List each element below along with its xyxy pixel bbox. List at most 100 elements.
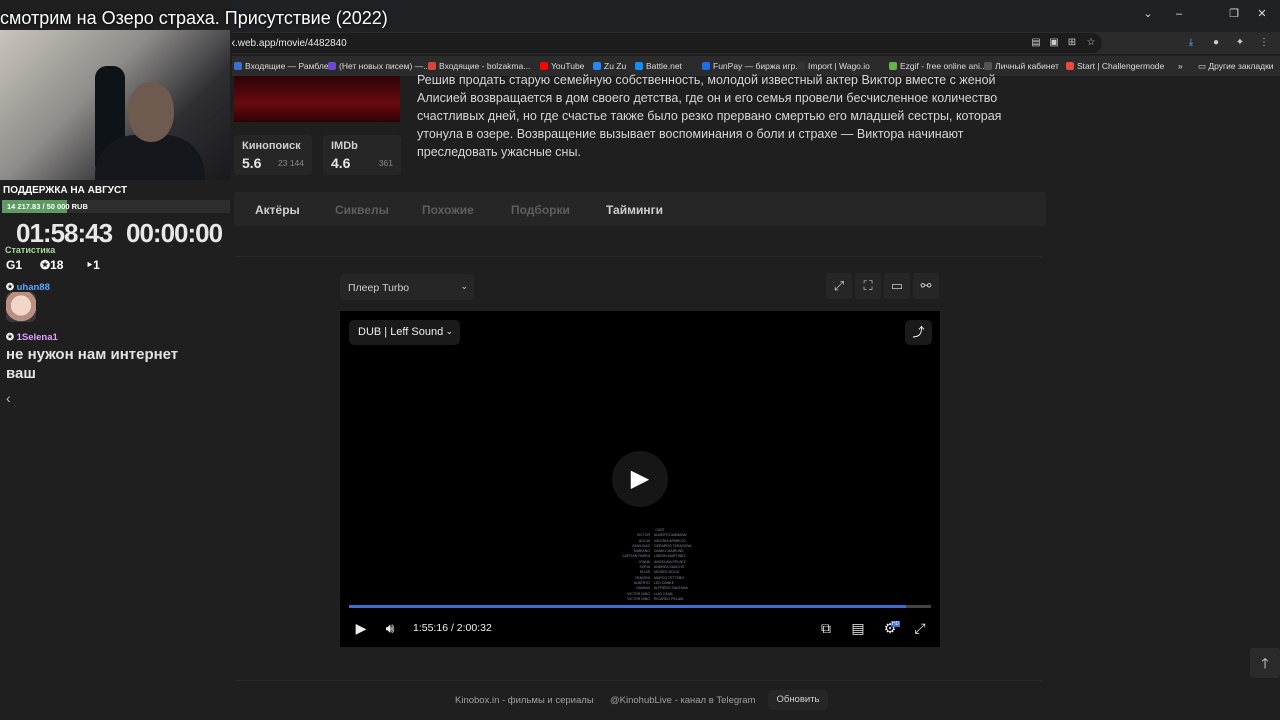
tab-timings[interactable]: Тайминги [606, 203, 663, 217]
bookmark-item[interactable]: Ezgif - free online ani... [889, 61, 987, 71]
bookmark-favicon-icon [1066, 62, 1074, 70]
bookmark-item[interactable]: FunPay — биржа игр... [702, 61, 802, 71]
video-credits: CAST VICTOR ALBERTO AMMANN ALICIA VALERIA AP… [620, 528, 700, 604]
close-window-icon[interactable]: ✕ [1256, 8, 1268, 20]
rating-label: Кинопоиск [242, 140, 301, 152]
tab-similar[interactable]: Похожие [422, 203, 474, 217]
progress-fill [349, 605, 906, 608]
bookmark-item[interactable]: (Нет новых писем) —... [328, 61, 430, 71]
stat-2: ✪18 [40, 258, 63, 272]
rating-kinopoisk[interactable]: Кинопоиск 5.6 23 144 [234, 135, 312, 175]
refresh-button[interactable]: Обновить [768, 690, 828, 710]
play-icon[interactable]: ▶ [352, 620, 370, 637]
subtitles-icon[interactable]: ▤ [849, 620, 867, 637]
comment-icon[interactable]: ▭ [884, 273, 910, 299]
install-app-icon[interactable]: ⊞ [1066, 37, 1078, 49]
bookmark-favicon-icon [428, 62, 436, 70]
bookmark-favicon-icon [234, 62, 242, 70]
bookmark-star-icon[interactable]: ☆ [1085, 37, 1097, 49]
bookmark-label: Ezgif - free online ani... [900, 61, 987, 71]
address-bar[interactable] [222, 33, 1102, 53]
bookmark-item[interactable]: YouTube [540, 61, 584, 71]
screen: ⌄ – ❐ ✕ x.web.app/movie/4482840 ▤ ▣ ⊞ ☆ … [0, 0, 1280, 720]
stat-1: G1 [6, 258, 22, 272]
chat-user-2: ✪ 1Selena1 [6, 332, 58, 343]
credits-row: VICTOR NINO RICARDO PELAW [620, 597, 700, 602]
bookmark-item[interactable]: Личный кабинет [984, 61, 1059, 71]
bookmark-favicon-icon [889, 62, 897, 70]
tab-actors[interactable]: Актёры [255, 203, 300, 217]
bookmarks-overflow-icon[interactable]: » [1178, 61, 1183, 71]
badge-icon: ✪ [6, 332, 17, 343]
menu-icon[interactable]: ⋮ [1258, 37, 1270, 49]
download-icon[interactable]: ⤓ [1185, 37, 1197, 49]
bookmark-label: (Нет новых писем) —... [339, 61, 431, 71]
bookmark-favicon-icon [984, 62, 992, 70]
fullscreen-frame-icon[interactable]: ⛶ [855, 273, 881, 299]
expand-icon[interactable]: ⤢ [826, 273, 852, 299]
dub-select[interactable]: DUB | Leff Sound ⌄ [349, 320, 460, 345]
bookmark-favicon-icon [635, 62, 643, 70]
play-big-icon[interactable]: ▶ [612, 451, 668, 507]
bookmark-favicon-icon [328, 62, 336, 70]
bookmark-label: YouTube [551, 61, 585, 71]
rating-count: 361 [378, 158, 393, 168]
bookmark-item[interactable]: Battle.net [635, 61, 682, 71]
bookmark-item[interactable]: Входящие — Рамбле... [234, 61, 336, 71]
bookmark-favicon-icon [702, 62, 710, 70]
tab-sequels[interactable]: Сиквелы [335, 203, 389, 217]
rating-value: 5.6 [242, 155, 262, 171]
bookmark-label: Личный кабинет [995, 61, 1059, 71]
bookmark-favicon-icon [540, 62, 548, 70]
stream-title: смотрим на Озеро страха. Присутствие (20… [0, 8, 388, 28]
reader-icon[interactable]: ▤ [1030, 37, 1042, 49]
address-url: x.web.app/movie/4482840 [230, 38, 347, 49]
pip-icon[interactable]: ⧉ [817, 620, 835, 637]
time-display: 1:55:16 / 2:00:32 [413, 622, 492, 634]
link-icon[interactable]: ⚯ [913, 273, 939, 299]
fullscreen-icon[interactable]: ⤢ [911, 620, 929, 637]
credits-role: VICTOR NINO [627, 596, 650, 601]
picture-icon[interactable]: ▣ [1048, 37, 1060, 49]
support-amount: 14 217.83 / 50 000 RUB [7, 202, 88, 211]
bookmark-label: Battle.net [646, 61, 682, 71]
rating-imdb[interactable]: IMDb 4.6 361 [323, 135, 401, 175]
timer-right: 00:00:00 [126, 218, 223, 248]
bookmark-favicon-icon [593, 62, 601, 70]
bookmark-label: Import | Wago.io [808, 61, 870, 71]
bookmark-item[interactable]: Входящие - bolzakma... [428, 61, 530, 71]
extensions-icon[interactable]: ✦ [1234, 37, 1246, 49]
chevron-left-icon[interactable]: ‹ [6, 390, 11, 406]
minimize-icon[interactable]: – [1173, 8, 1185, 20]
bookmark-item[interactable]: Start | Challengermode [1066, 61, 1164, 71]
share-icon[interactable]: ⤴ [905, 320, 932, 345]
movie-description: Решив продать старую семейную собственно… [417, 73, 1002, 159]
footer-site-link[interactable]: Kinobox.in - фильмы и сериалы [455, 695, 594, 706]
bookmark-label: Zu Zu [604, 61, 627, 71]
player-select[interactable]: Плеер Turbo ⌄ [340, 274, 474, 300]
stat-3: ‣1 [86, 258, 100, 272]
tab-collections[interactable]: Подборки [511, 203, 570, 217]
tab-list-icon[interactable]: ⌄ [1142, 8, 1154, 20]
bookmark-item[interactable]: Zu Zu [593, 61, 626, 71]
webcam-person-head [128, 82, 174, 142]
subscriber-icon: ✪ [40, 258, 51, 272]
scroll-top-icon[interactable]: 🡑 [1250, 648, 1280, 678]
footer-telegram-link[interactable]: @KinohubLive - канал в Telegram [610, 695, 756, 706]
rating-label: IMDb [331, 140, 358, 152]
dub-select-label: DUB | Leff Sound [358, 326, 444, 338]
other-bookmarks[interactable]: ▭ Другие закладки [1198, 61, 1274, 72]
stat-value: 18 [50, 258, 64, 272]
chat-username: 1Selena1 [16, 332, 58, 343]
support-label: ПОДДЕРЖКА НА АВГУСТ [3, 185, 128, 196]
bookmark-favicon-icon [797, 62, 805, 70]
restore-icon[interactable]: ❐ [1228, 8, 1240, 20]
player-select-label: Плеер Turbo [348, 282, 410, 294]
stat-value: 1 [93, 258, 100, 272]
divider [236, 680, 1042, 681]
profile-icon[interactable]: ● [1210, 37, 1222, 49]
other-bookmarks-label: Другие закладки [1208, 61, 1274, 71]
folder-icon: ▭ [1198, 61, 1209, 71]
volume-icon[interactable]: 🔊︎ [381, 620, 399, 637]
bookmark-item[interactable]: Import | Wago.io [797, 61, 870, 71]
